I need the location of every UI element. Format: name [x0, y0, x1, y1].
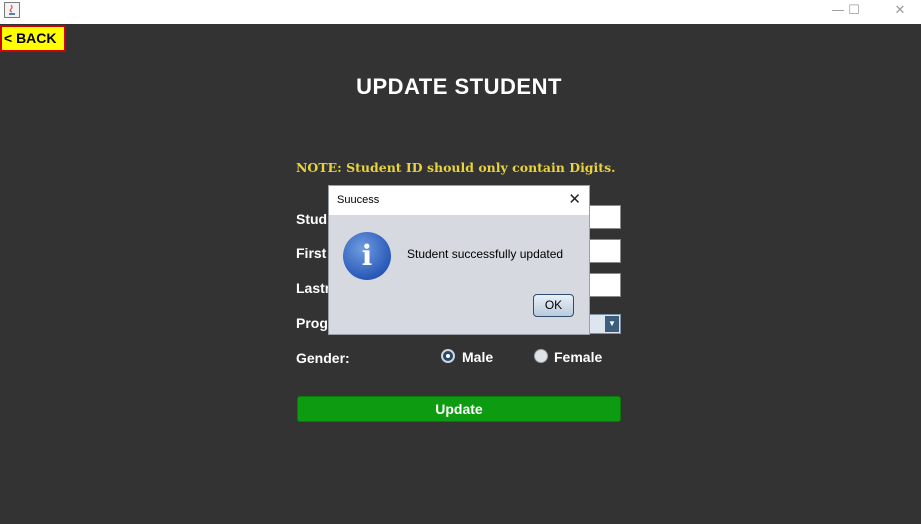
- maximize-button[interactable]: ☐: [839, 0, 869, 22]
- dialog-close-icon[interactable]: ✕: [568, 190, 581, 208]
- back-button[interactable]: < BACK: [0, 25, 66, 52]
- ok-button[interactable]: OK: [533, 294, 574, 317]
- gender-label: Gender:: [296, 350, 350, 366]
- gender-female-label[interactable]: Female: [554, 349, 602, 365]
- gender-male-label[interactable]: Male: [462, 349, 493, 365]
- student-id-note: NOTE: Student ID should only contain Dig…: [296, 160, 616, 175]
- last-name-label: Lastr: [296, 280, 331, 296]
- program-label: Prog: [296, 315, 328, 331]
- dialog-message: Student successfully updated: [407, 247, 564, 261]
- window-titlebar: — ☐ ✕: [0, 0, 921, 24]
- info-icon: i: [343, 232, 391, 280]
- update-button[interactable]: Update: [297, 396, 621, 422]
- chevron-down-icon: ▼: [605, 316, 619, 332]
- student-id-label: Stud: [296, 211, 328, 227]
- gender-female-radio[interactable]: [534, 349, 548, 363]
- gender-male-radio[interactable]: [441, 349, 455, 363]
- close-window-button[interactable]: ✕: [885, 0, 915, 22]
- first-name-label: First: [296, 245, 327, 261]
- java-app-icon: [4, 2, 20, 18]
- dialog-title: Suucess: [337, 194, 380, 206]
- page-title: UPDATE STUDENT: [356, 74, 562, 99]
- dialog-titlebar: Suucess ✕: [329, 186, 589, 215]
- success-dialog: Suucess ✕ i Student successfully updated…: [328, 185, 590, 335]
